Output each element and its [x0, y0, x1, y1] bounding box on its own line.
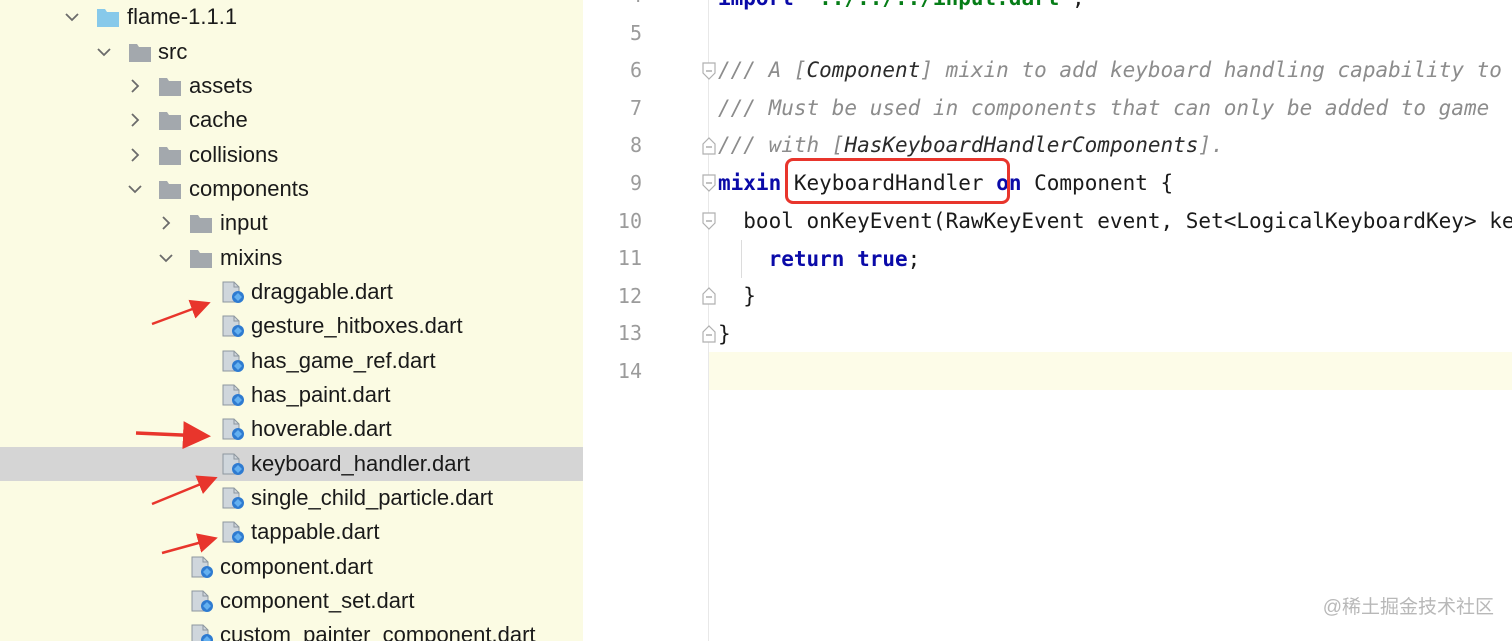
- annotation-arrow: [135, 421, 211, 450]
- editor-gutter: 4 5 6 7 8 9 10 11 12 13 14: [608, 0, 716, 641]
- line-number: 11: [617, 246, 642, 271]
- line-number: 4: [608, 0, 642, 14]
- annotation-highlight-box: [785, 158, 1010, 204]
- line-number: 14: [617, 359, 642, 383]
- code-line-12: }: [718, 284, 756, 308]
- code-line-13: }: [718, 322, 731, 346]
- code-line-11: return true;: [768, 247, 921, 271]
- fold-marker-icon[interactable]: [702, 287, 716, 305]
- watermark: @稀土掘金技术社区: [1322, 597, 1494, 618]
- code-line-7: /// Must be used in components that can …: [718, 96, 1490, 120]
- line-number: 9: [629, 171, 642, 195]
- line-number: 5: [629, 20, 642, 45]
- code-editor[interactable]: import '../../../input.dart'; /// A [Com…: [718, 0, 1512, 641]
- annotation-arrow: [151, 299, 211, 326]
- fold-marker-icon[interactable]: [702, 137, 716, 155]
- annotation-arrow: [151, 475, 218, 506]
- code-line-10: bool onKeyEvent(RawKeyEvent event, Set<L…: [743, 209, 1512, 233]
- code-line-6: /// A [Component] mixin to add keyboard …: [718, 58, 1512, 82]
- annotation-arrow: [161, 533, 218, 555]
- code-line-4: import '../../../input.dart';: [718, 0, 1085, 17]
- fold-marker-icon[interactable]: [702, 62, 716, 80]
- fold-marker-icon[interactable]: [702, 325, 716, 343]
- line-number: 7: [629, 95, 642, 120]
- fold-marker-icon[interactable]: [702, 212, 716, 230]
- fold-marker-icon[interactable]: [702, 174, 716, 192]
- line-number: 13: [617, 321, 642, 346]
- line-number: 12: [617, 283, 642, 308]
- line-number: 10: [617, 208, 642, 233]
- line-number: 8: [629, 133, 642, 158]
- line-number: 6: [629, 58, 642, 83]
- indent-guide: [741, 240, 742, 278]
